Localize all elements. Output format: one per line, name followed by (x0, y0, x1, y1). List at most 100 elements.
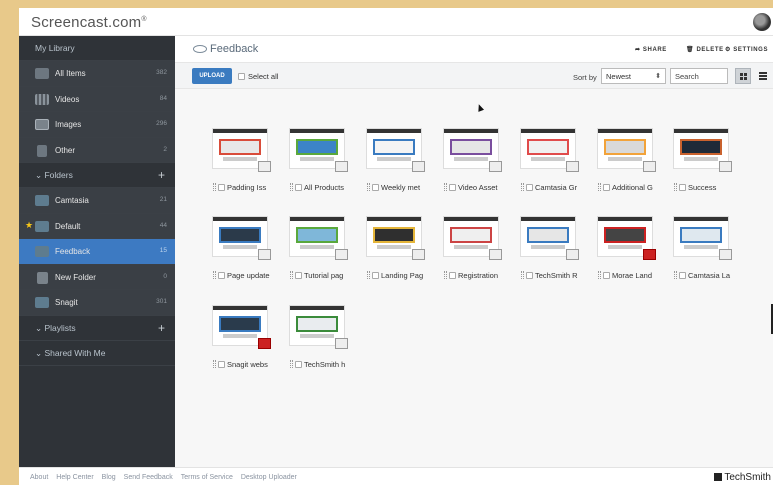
sidebar-item-camtasia[interactable]: Camtasia 21 (19, 188, 175, 214)
drag-handle-icon[interactable] (444, 183, 447, 191)
tile-checkbox[interactable] (603, 184, 610, 191)
all-items-icon (35, 68, 49, 79)
media-tile[interactable]: Additional G (598, 129, 656, 192)
media-tile[interactable]: Tutorial pag (290, 217, 348, 280)
drag-handle-icon[interactable] (367, 183, 370, 191)
sidebar-item-images[interactable]: Images 296 (19, 112, 175, 138)
media-tile[interactable]: Success (674, 129, 732, 192)
delete-button[interactable]: 🗑 DELETE (686, 46, 724, 53)
drag-handle-icon[interactable] (521, 183, 524, 191)
tile-checkbox[interactable] (679, 184, 686, 191)
tile-checkbox[interactable] (372, 272, 379, 279)
media-tile[interactable]: TechSmith R (521, 217, 579, 280)
tile-label: Padding Iss (213, 183, 275, 192)
image-icon (412, 249, 425, 260)
image-icon (566, 249, 579, 260)
drag-handle-icon[interactable] (367, 271, 370, 279)
tile-label: All Products (290, 183, 352, 192)
footer-link[interactable]: Blog (102, 474, 116, 481)
drag-handle-icon[interactable] (598, 183, 601, 191)
drag-handle-icon[interactable] (290, 271, 293, 279)
checkbox[interactable] (238, 73, 245, 80)
media-tile[interactable]: All Products (290, 129, 348, 192)
playlists-header[interactable]: ⌄ Playlists + (19, 316, 175, 341)
tile-label: Page update (213, 271, 275, 280)
tile-checkbox[interactable] (526, 184, 533, 191)
content-header: Feedback ➦ SHARE 🗑 DELETE ⚙ SETTINGS (175, 36, 773, 62)
sidebar-item-all-items[interactable]: All Items 382 (19, 61, 175, 87)
tile-checkbox[interactable] (218, 361, 225, 368)
sidebar-item-new-folder[interactable]: New Folder 0 (19, 264, 175, 290)
image-icon (35, 119, 49, 130)
tile-checkbox[interactable] (372, 184, 379, 191)
image-icon (412, 161, 425, 172)
tile-checkbox[interactable] (295, 272, 302, 279)
drag-handle-icon[interactable] (444, 271, 447, 279)
drag-handle-icon[interactable] (290, 360, 293, 368)
folders-header[interactable]: ⌄ Folders + (19, 163, 175, 188)
my-library-header[interactable]: My Library (19, 36, 175, 61)
sidebar-item-default[interactable]: ★ Default 44 (19, 213, 175, 239)
media-tile[interactable]: Camtasia La (674, 217, 732, 280)
list-view-icon[interactable] (755, 68, 771, 84)
drag-handle-icon[interactable] (213, 183, 216, 191)
drag-handle-icon[interactable] (213, 271, 216, 279)
grid-view-icon[interactable] (735, 68, 751, 84)
tile-label: Weekly met (367, 183, 429, 192)
drag-handle-icon[interactable] (213, 360, 216, 368)
media-tile[interactable]: Padding Iss (213, 129, 271, 192)
tile-checkbox[interactable] (526, 272, 533, 279)
footer-link[interactable]: Help Center (56, 474, 93, 481)
media-tile[interactable]: TechSmith h (290, 306, 348, 369)
tile-label: Success (674, 183, 736, 192)
media-tile[interactable]: Camtasia Gr (521, 129, 579, 192)
tile-checkbox[interactable] (295, 184, 302, 191)
tile-checkbox[interactable] (218, 272, 225, 279)
drag-handle-icon[interactable] (674, 183, 677, 191)
search-input[interactable]: Search (670, 68, 728, 84)
footer-link[interactable]: Desktop Uploader (241, 474, 297, 481)
screencast-logo[interactable]: Screencast.com® (31, 14, 147, 31)
drag-handle-icon[interactable] (290, 183, 293, 191)
folder-icon (35, 246, 49, 257)
media-tile[interactable]: Weekly met (367, 129, 425, 192)
shared-with-me-header[interactable]: ⌄ Shared With Me (19, 341, 175, 366)
image-icon (566, 161, 579, 172)
tile-checkbox[interactable] (449, 272, 456, 279)
user-avatar[interactable] (753, 13, 771, 31)
footer-link[interactable]: About (30, 474, 48, 481)
footer-link[interactable]: Send Feedback (124, 474, 173, 481)
media-tile[interactable]: Video Asset (444, 129, 502, 192)
star-icon: ★ (25, 219, 34, 230)
share-button[interactable]: ➦ SHARE (635, 46, 667, 53)
add-folder-icon[interactable]: + (158, 163, 165, 188)
drag-handle-icon[interactable] (598, 271, 601, 279)
media-tile[interactable]: Morae Land (598, 217, 656, 280)
media-tile[interactable]: Registration (444, 217, 502, 280)
sidebar-item-other[interactable]: Other 2 (19, 137, 175, 163)
tile-checkbox[interactable] (449, 184, 456, 191)
tile-checkbox[interactable] (603, 272, 610, 279)
footer-link[interactable]: Terms of Service (181, 474, 233, 481)
tile-checkbox[interactable] (679, 272, 686, 279)
sort-label: Sort by (573, 73, 597, 82)
upload-button[interactable]: UPLOAD (192, 68, 232, 84)
media-tile[interactable]: Landing Pag (367, 217, 425, 280)
drag-handle-icon[interactable] (674, 271, 677, 279)
media-tile[interactable]: Snagit webs (213, 306, 271, 369)
settings-button[interactable]: ⚙ SETTINGS (725, 46, 768, 53)
media-tile[interactable]: Page update (213, 217, 271, 280)
tile-label: Additional G (598, 183, 660, 192)
add-playlist-icon[interactable]: + (158, 316, 165, 341)
sidebar-item-videos[interactable]: Videos 84 (19, 86, 175, 112)
select-all-checkbox[interactable]: Select all (238, 72, 278, 81)
sort-select[interactable]: Newest ⬍ (601, 68, 666, 84)
sidebar-item-snagit[interactable]: Snagit 301 (19, 290, 175, 316)
tile-checkbox[interactable] (218, 184, 225, 191)
sidebar-item-feedback[interactable]: Feedback 15 (19, 239, 175, 265)
tile-checkbox[interactable] (295, 361, 302, 368)
image-icon (489, 249, 502, 260)
folder-icon (35, 195, 49, 206)
tile-label: Camtasia La (674, 271, 736, 280)
drag-handle-icon[interactable] (521, 271, 524, 279)
